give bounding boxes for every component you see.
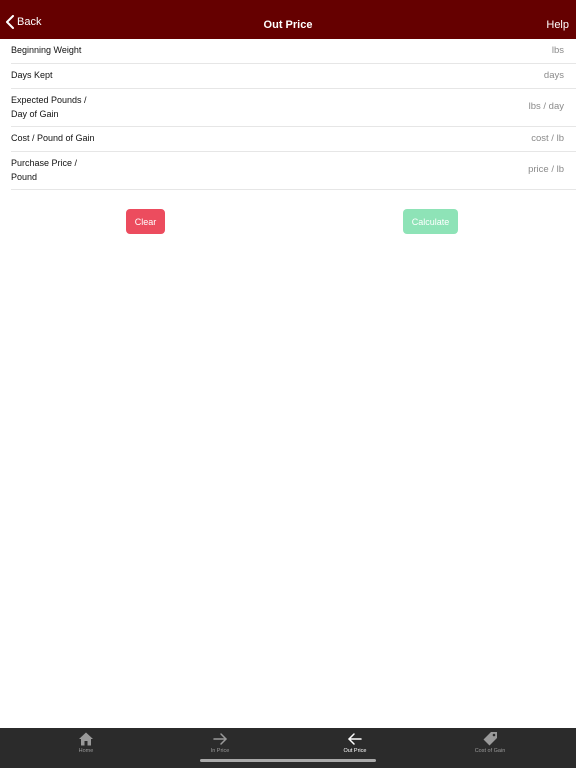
cost-per-pound-input[interactable] [364,133,564,144]
arrow-left-icon [348,733,362,745]
navigation-bar: Back Out Price Help [0,0,576,39]
tag-icon [483,732,497,746]
tab-home-label: Home [78,748,94,754]
beginning-weight-row: Beginning Weight [11,39,576,64]
arrow-right-icon [213,733,227,745]
calculate-button[interactable]: Calculate [403,209,458,234]
beginning-weight-input[interactable] [364,45,564,56]
cost-per-pound-label: Cost / Pound of Gain [11,133,95,143]
purchase-price-label: Purchase Price / Pound [11,158,78,182]
days-kept-input[interactable] [364,70,564,81]
tab-home[interactable]: Home [14,728,158,768]
expected-pounds-input[interactable] [364,101,564,112]
days-kept-row: Days Kept [11,64,576,89]
expected-pounds-row: Expected Pounds / Day of Gain [11,89,576,127]
tab-in-price-label: In Price [210,748,230,754]
help-button[interactable]: Help [546,19,569,31]
tab-bar: Home In Price Out Price Cost of Gain [0,728,576,768]
clear-button[interactable]: Clear [126,209,165,234]
page-title: Out Price [263,19,313,31]
tab-out-price[interactable]: Out Price [283,728,427,768]
calculator-form: Beginning Weight Days Kept Expected Poun… [0,39,576,190]
tab-out-price-label: Out Price [343,748,367,754]
expected-pounds-label: Expected Pounds / Day of Gain [11,95,87,119]
days-kept-label: Days Kept [11,70,53,80]
home-icon [79,732,93,746]
tab-in-price[interactable]: In Price [148,728,292,768]
tab-cost-of-gain-label: Cost of Gain [474,748,506,754]
beginning-weight-label: Beginning Weight [11,45,82,55]
purchase-price-input[interactable] [364,164,564,175]
tab-cost-of-gain[interactable]: Cost of Gain [418,728,562,768]
home-indicator [200,759,376,762]
purchase-price-row: Purchase Price / Pound [11,152,576,190]
cost-per-pound-row: Cost / Pound of Gain [11,127,576,152]
